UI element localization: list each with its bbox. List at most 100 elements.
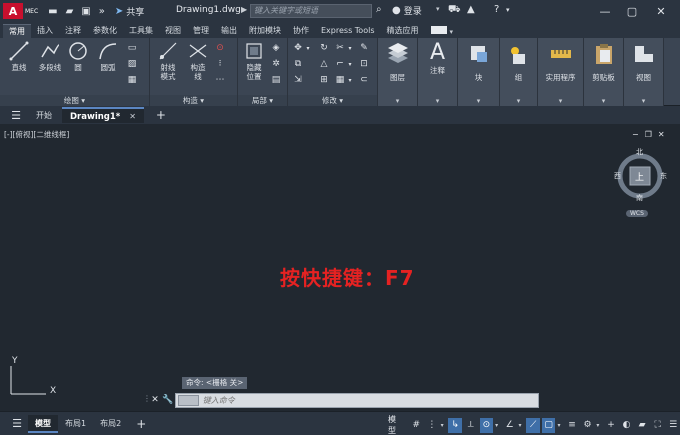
tab-view[interactable]: 视图	[159, 24, 187, 38]
object-snap-tracking-icon[interactable]: ⟋	[526, 417, 540, 433]
group-panel-button[interactable]: 组 ▾	[500, 38, 538, 106]
hardware-accel-icon[interactable]: ▰	[635, 418, 649, 433]
drawing-canvas[interactable]: [-][俯视][二维线框] − ❐ ✕ 上 北 南 东 西 WCS 按快捷键：F…	[0, 124, 680, 411]
viewcube-east[interactable]: 东	[660, 171, 667, 181]
snap-caret-icon[interactable]: ▾	[441, 422, 447, 429]
viewcube-north[interactable]: 北	[636, 147, 643, 157]
login-caret-icon[interactable]: ▾	[436, 5, 440, 13]
tab-manage[interactable]: 管理	[187, 24, 215, 38]
tab-layout2[interactable]: 布局2	[93, 415, 128, 433]
circle-button[interactable]: 圆	[66, 41, 90, 72]
lineweight-icon[interactable]: ≡	[565, 418, 579, 433]
viewport-controls-label[interactable]: [-][俯视][二维线框]	[4, 129, 69, 140]
isodraft-icon[interactable]: ∠	[503, 418, 517, 433]
model-space-button[interactable]: 模型	[388, 414, 404, 435]
hide-position-button[interactable]: 隐藏 位置	[242, 41, 266, 81]
trim-caret-icon[interactable]: ▾	[344, 42, 356, 54]
panel-modify-footer[interactable]: 修改 ▾	[288, 95, 377, 106]
login-button[interactable]: ● 登录	[392, 4, 422, 17]
measure-icon[interactable]: ⋯	[214, 74, 226, 86]
isolate-objects-icon[interactable]: ◐	[620, 418, 634, 433]
layers-panel-button[interactable]: 图层 ▾	[378, 38, 418, 106]
fillet-caret-icon[interactable]: ▾	[344, 58, 356, 70]
command-recent-icon[interactable]	[178, 394, 199, 406]
snap-icon[interactable]: ⋮	[425, 418, 439, 433]
viewcube-west[interactable]: 西	[614, 171, 621, 181]
viewcube[interactable]	[605, 146, 675, 230]
tab-drawing1[interactable]: Drawing1* ✕	[62, 107, 144, 123]
view-panel-button[interactable]: 视图 ▾	[624, 38, 664, 106]
help-caret-icon[interactable]: ▾	[506, 6, 510, 14]
search-icon[interactable]: ⌕	[376, 4, 382, 15]
command-input[interactable]	[198, 395, 538, 405]
new-layout-button[interactable]: +	[136, 417, 146, 431]
command-customize-icon[interactable]: 🔧	[161, 395, 175, 405]
viewport-restore-icon[interactable]: ❐	[645, 130, 652, 139]
infer-constraints-icon[interactable]: ↳	[448, 417, 462, 433]
utilities-panel-button[interactable]: 实用程序 ▾	[538, 38, 584, 106]
viewcube-south[interactable]: 南	[636, 193, 643, 203]
arc-button[interactable]: 圆弧	[94, 41, 122, 72]
settings-gear-icon[interactable]: ⚙	[581, 418, 595, 433]
save-icon[interactable]: ▣	[81, 6, 90, 17]
tab-home[interactable]: 常用	[3, 24, 31, 38]
ortho-icon[interactable]: ⟂	[464, 418, 478, 433]
customization-icon[interactable]: ☰	[666, 418, 680, 433]
tab-toolsets[interactable]: 工具集	[123, 24, 159, 38]
search-expand-icon[interactable]: ▶	[241, 5, 247, 14]
panel-local-footer[interactable]: 局部 ▾	[238, 95, 287, 106]
rectangle-icon[interactable]: ▭	[126, 42, 138, 54]
tab-start[interactable]: 开始	[36, 110, 52, 121]
tab-output[interactable]: 输出	[215, 24, 243, 38]
hatch-icon[interactable]: ▨	[126, 58, 138, 70]
object-snap-caret-icon[interactable]: ▾	[557, 422, 563, 429]
array-caret-icon[interactable]: ▾	[344, 74, 356, 86]
share-button[interactable]: ➤ 共享	[115, 5, 144, 18]
offset-icon[interactable]: ⊂	[358, 74, 370, 86]
new-tab-button[interactable]: +	[156, 108, 166, 122]
divide-icon[interactable]: ⁝	[214, 58, 226, 70]
file-tabs-menu-icon[interactable]: ☰	[6, 109, 26, 122]
object-snap-icon[interactable]: ▢	[541, 417, 556, 433]
tab-collaborate[interactable]: 协作	[287, 24, 315, 38]
tab-express-tools[interactable]: Express Tools	[315, 24, 381, 38]
scale-icon[interactable]: ⊞	[318, 74, 330, 86]
ribbon-display-caret-icon[interactable]: ▾	[450, 28, 454, 36]
settings-caret-icon[interactable]: ▾	[596, 422, 602, 429]
tab-parametric[interactable]: 参数化	[87, 24, 123, 38]
ribbon-display-toggle[interactable]	[430, 26, 447, 34]
copy-icon[interactable]: ⧉	[292, 58, 304, 70]
ray-button[interactable]: 射线 模式	[154, 41, 182, 81]
lock-icon[interactable]: ▤	[270, 74, 282, 86]
command-input-box[interactable]	[175, 392, 539, 408]
minimize-button[interactable]: —	[593, 2, 617, 20]
viewport-minimize-icon[interactable]: −	[632, 130, 639, 139]
tab-model[interactable]: 模型	[28, 414, 58, 433]
tab-featured-apps[interactable]: 精选应用	[381, 24, 425, 38]
line-button[interactable]: 直线	[5, 41, 33, 72]
viewport-close-icon[interactable]: ✕	[658, 130, 665, 139]
isolate-icon[interactable]: ◈	[270, 42, 282, 54]
app-store-icon[interactable]: ▲	[467, 4, 475, 15]
rotate-icon[interactable]: ↻	[318, 42, 330, 54]
panel-construct-footer[interactable]: 构造 ▾	[150, 95, 237, 106]
tab-annotate[interactable]: 注释	[59, 24, 87, 38]
move-caret-icon[interactable]: ▾	[302, 42, 314, 54]
maximize-button[interactable]: ▢	[620, 2, 644, 20]
cart-icon[interactable]: ⛟	[448, 4, 461, 17]
erase-icon[interactable]: ✎	[358, 42, 370, 54]
polar-tracking-icon[interactable]: ⊙	[479, 417, 494, 433]
mirror-icon[interactable]: △	[318, 58, 330, 70]
explode-icon[interactable]: ⊡	[358, 58, 370, 70]
command-close-icon[interactable]: ✕	[149, 395, 161, 405]
polyline-button[interactable]: 多段线	[36, 41, 64, 72]
open-folder-icon[interactable]: ▰	[66, 6, 74, 17]
viewcube-top-face[interactable]: 上	[635, 170, 644, 183]
new-file-icon[interactable]: ▬	[48, 6, 57, 17]
gradient-icon[interactable]: ▦	[126, 74, 138, 86]
point-icon[interactable]: ⊙	[214, 42, 226, 54]
search-input[interactable]: 键入关键字或短语	[250, 4, 372, 18]
tab-addins[interactable]: 附加模块	[243, 24, 287, 38]
grid-icon[interactable]: #	[410, 418, 424, 433]
tab-close-icon[interactable]: ✕	[129, 112, 136, 121]
